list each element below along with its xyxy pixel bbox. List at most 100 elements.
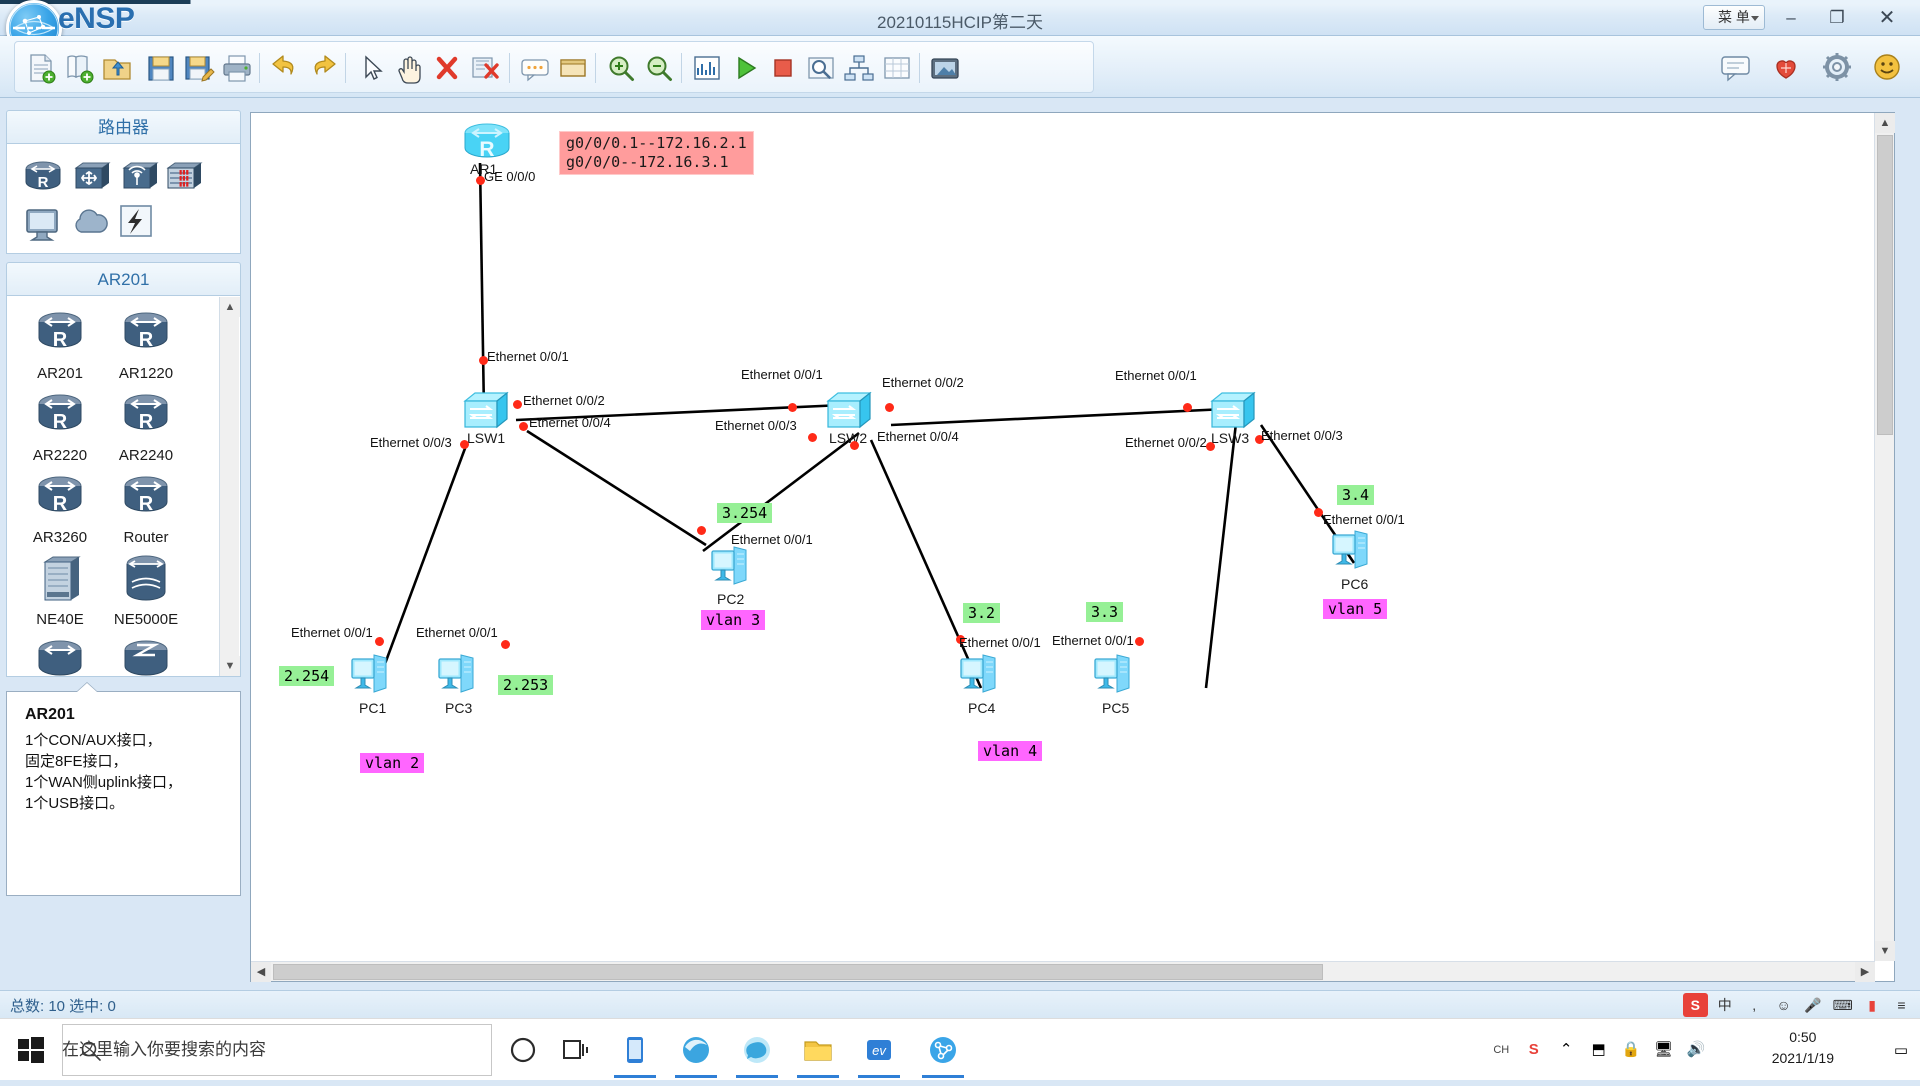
- node-pc4[interactable]: [955, 649, 1007, 706]
- save-icon[interactable]: [143, 50, 179, 86]
- cloud-category-icon[interactable]: [67, 204, 115, 248]
- scroll-down-arrow[interactable]: ▼: [220, 656, 240, 676]
- model-item-ne40e[interactable]: NE40E: [11, 552, 109, 628]
- grid-icon[interactable]: [879, 50, 915, 86]
- ime-more-icon[interactable]: ≡: [1889, 993, 1914, 1017]
- cortana-icon[interactable]: [500, 1027, 546, 1073]
- switch-category-icon[interactable]: [67, 156, 115, 200]
- ime-mode-icon[interactable]: 中: [1712, 993, 1737, 1017]
- notification-center-icon[interactable]: ▭: [1894, 1041, 1908, 1059]
- model-item-ar201[interactable]: R AR201: [11, 306, 109, 382]
- sogou-logo-icon[interactable]: S: [1683, 993, 1708, 1017]
- task-view-icon[interactable]: [552, 1027, 598, 1073]
- topology-tree-icon[interactable]: [841, 50, 877, 86]
- ensp-taskbar-icon[interactable]: [920, 1027, 966, 1073]
- sogou-tray-icon[interactable]: S: [1520, 1035, 1548, 1065]
- ip-tag: 3.2: [963, 603, 1000, 623]
- node-label-lsw1: LSW1: [467, 430, 505, 446]
- ime-toolbar[interactable]: S 中 , ☺ 🎤 ⌨ ▮ ≡: [1683, 993, 1914, 1017]
- router-category-icon[interactable]: R: [19, 156, 67, 200]
- ime-indicator[interactable]: CH: [1487, 1035, 1515, 1065]
- wechat-icon[interactable]: [734, 1027, 780, 1073]
- wlan-category-icon[interactable]: [115, 156, 163, 200]
- model-item-ne5000e[interactable]: NE5000E: [97, 552, 195, 628]
- node-pc5[interactable]: [1089, 649, 1141, 706]
- pan-tool-icon[interactable]: [391, 50, 427, 86]
- screenshot-icon[interactable]: [927, 50, 963, 86]
- connection-category-icon[interactable]: [113, 202, 161, 246]
- model-item-ar2240[interactable]: R AR2240: [97, 388, 195, 464]
- scroll-left-arrow[interactable]: ◀: [251, 962, 271, 982]
- zoom-out-icon[interactable]: [641, 50, 677, 86]
- scroll-up-arrow[interactable]: ▲: [220, 297, 240, 317]
- start-button[interactable]: [0, 1019, 62, 1081]
- taskbar-clock[interactable]: 0:50 2021/1/19: [1772, 1027, 1834, 1069]
- edge-browser-icon[interactable]: [673, 1027, 719, 1073]
- device-list-scrollbar[interactable]: ▲ ▼: [219, 297, 239, 676]
- ev-capture-icon[interactable]: ev: [856, 1027, 902, 1073]
- canvas-horizontal-scrollbar[interactable]: ◀ ▶: [251, 961, 1875, 981]
- menu-button-label: 菜 单: [1718, 9, 1750, 25]
- model-item-router[interactable]: R Router: [97, 470, 195, 546]
- new-topology-icon[interactable]: [23, 50, 59, 86]
- model-item-partial-left[interactable]: [11, 634, 109, 677]
- open-topology-icon[interactable]: [99, 50, 135, 86]
- ime-punct-icon[interactable]: ,: [1742, 993, 1767, 1017]
- file-explorer-icon[interactable]: [795, 1027, 841, 1073]
- help-icon[interactable]: [1767, 48, 1805, 86]
- port-dot: [1183, 403, 1192, 412]
- delete-all-icon[interactable]: [467, 50, 503, 86]
- canvas-vertical-scrollbar[interactable]: ▲ ▼: [1874, 113, 1894, 961]
- keyboard-icon[interactable]: ⌨: [1830, 993, 1855, 1017]
- emoji-icon[interactable]: ☺: [1771, 993, 1796, 1017]
- select-tool-icon[interactable]: [353, 50, 389, 86]
- network-icon[interactable]: 🖥: [1650, 1035, 1678, 1065]
- ip-tag: 2.253: [498, 675, 553, 695]
- port-label: Ethernet 0/0/1: [741, 367, 823, 382]
- stop-device-icon[interactable]: [765, 50, 801, 86]
- search-device-icon[interactable]: [803, 50, 839, 86]
- model-label: NE40E: [11, 611, 109, 628]
- model-item-ar1220[interactable]: R AR1220: [97, 306, 195, 382]
- device-model-list[interactable]: R AR201 R AR1220: [6, 296, 241, 677]
- security-icon[interactable]: 🔒: [1617, 1035, 1645, 1065]
- toolbox-icon[interactable]: ▮: [1860, 993, 1885, 1017]
- minimize-button[interactable]: –: [1770, 4, 1812, 32]
- model-item-partial-right[interactable]: [97, 634, 195, 677]
- save-as-icon[interactable]: [181, 50, 217, 86]
- port-label: Ethernet 0/0/4: [877, 429, 959, 444]
- settings-icon[interactable]: [1818, 48, 1856, 86]
- phone-link-icon[interactable]: [612, 1027, 658, 1073]
- new-from-template-icon[interactable]: [61, 50, 97, 86]
- redo-icon[interactable]: [305, 50, 341, 86]
- model-item-ar3260[interactable]: R AR3260: [11, 470, 109, 546]
- close-button[interactable]: ✕: [1866, 4, 1908, 32]
- node-pc1[interactable]: [346, 649, 398, 706]
- topology-canvas[interactable]: R AR1 GE 0/0/0 g0/0/0.1--172.16.2.1 g0/0…: [251, 113, 1875, 961]
- show-hidden-icons-arrow[interactable]: ⌃: [1552, 1035, 1580, 1065]
- add-note-icon[interactable]: [517, 50, 553, 86]
- model-item-ar2220[interactable]: R AR2220: [11, 388, 109, 464]
- capture-packet-icon[interactable]: [689, 50, 725, 86]
- scroll-up-arrow[interactable]: ▲: [1875, 113, 1895, 133]
- scroll-down-arrow[interactable]: ▼: [1875, 941, 1895, 961]
- node-pc2[interactable]: [706, 541, 758, 598]
- add-shape-icon[interactable]: [555, 50, 591, 86]
- volume-icon[interactable]: 🔊: [1682, 1035, 1710, 1065]
- endpoint-category-icon[interactable]: [19, 204, 67, 248]
- microphone-icon[interactable]: 🎤: [1801, 993, 1826, 1017]
- firewall-category-icon[interactable]: ▮▮▮▮▮▮▮▮▮: [159, 156, 207, 200]
- print-icon[interactable]: [219, 50, 255, 86]
- about-icon[interactable]: [1868, 48, 1906, 86]
- scroll-right-arrow[interactable]: ▶: [1855, 962, 1875, 982]
- maximize-button[interactable]: ❐: [1816, 4, 1858, 32]
- node-pc3[interactable]: [433, 649, 485, 706]
- node-pc6[interactable]: [1327, 525, 1379, 582]
- forum-icon[interactable]: [1717, 48, 1755, 86]
- undo-icon[interactable]: [267, 50, 303, 86]
- menu-button[interactable]: 菜 单: [1703, 5, 1765, 30]
- zoom-in-icon[interactable]: [603, 50, 639, 86]
- usb-device-icon[interactable]: ⬒: [1585, 1035, 1613, 1065]
- start-device-icon[interactable]: [727, 50, 763, 86]
- delete-icon[interactable]: [429, 50, 465, 86]
